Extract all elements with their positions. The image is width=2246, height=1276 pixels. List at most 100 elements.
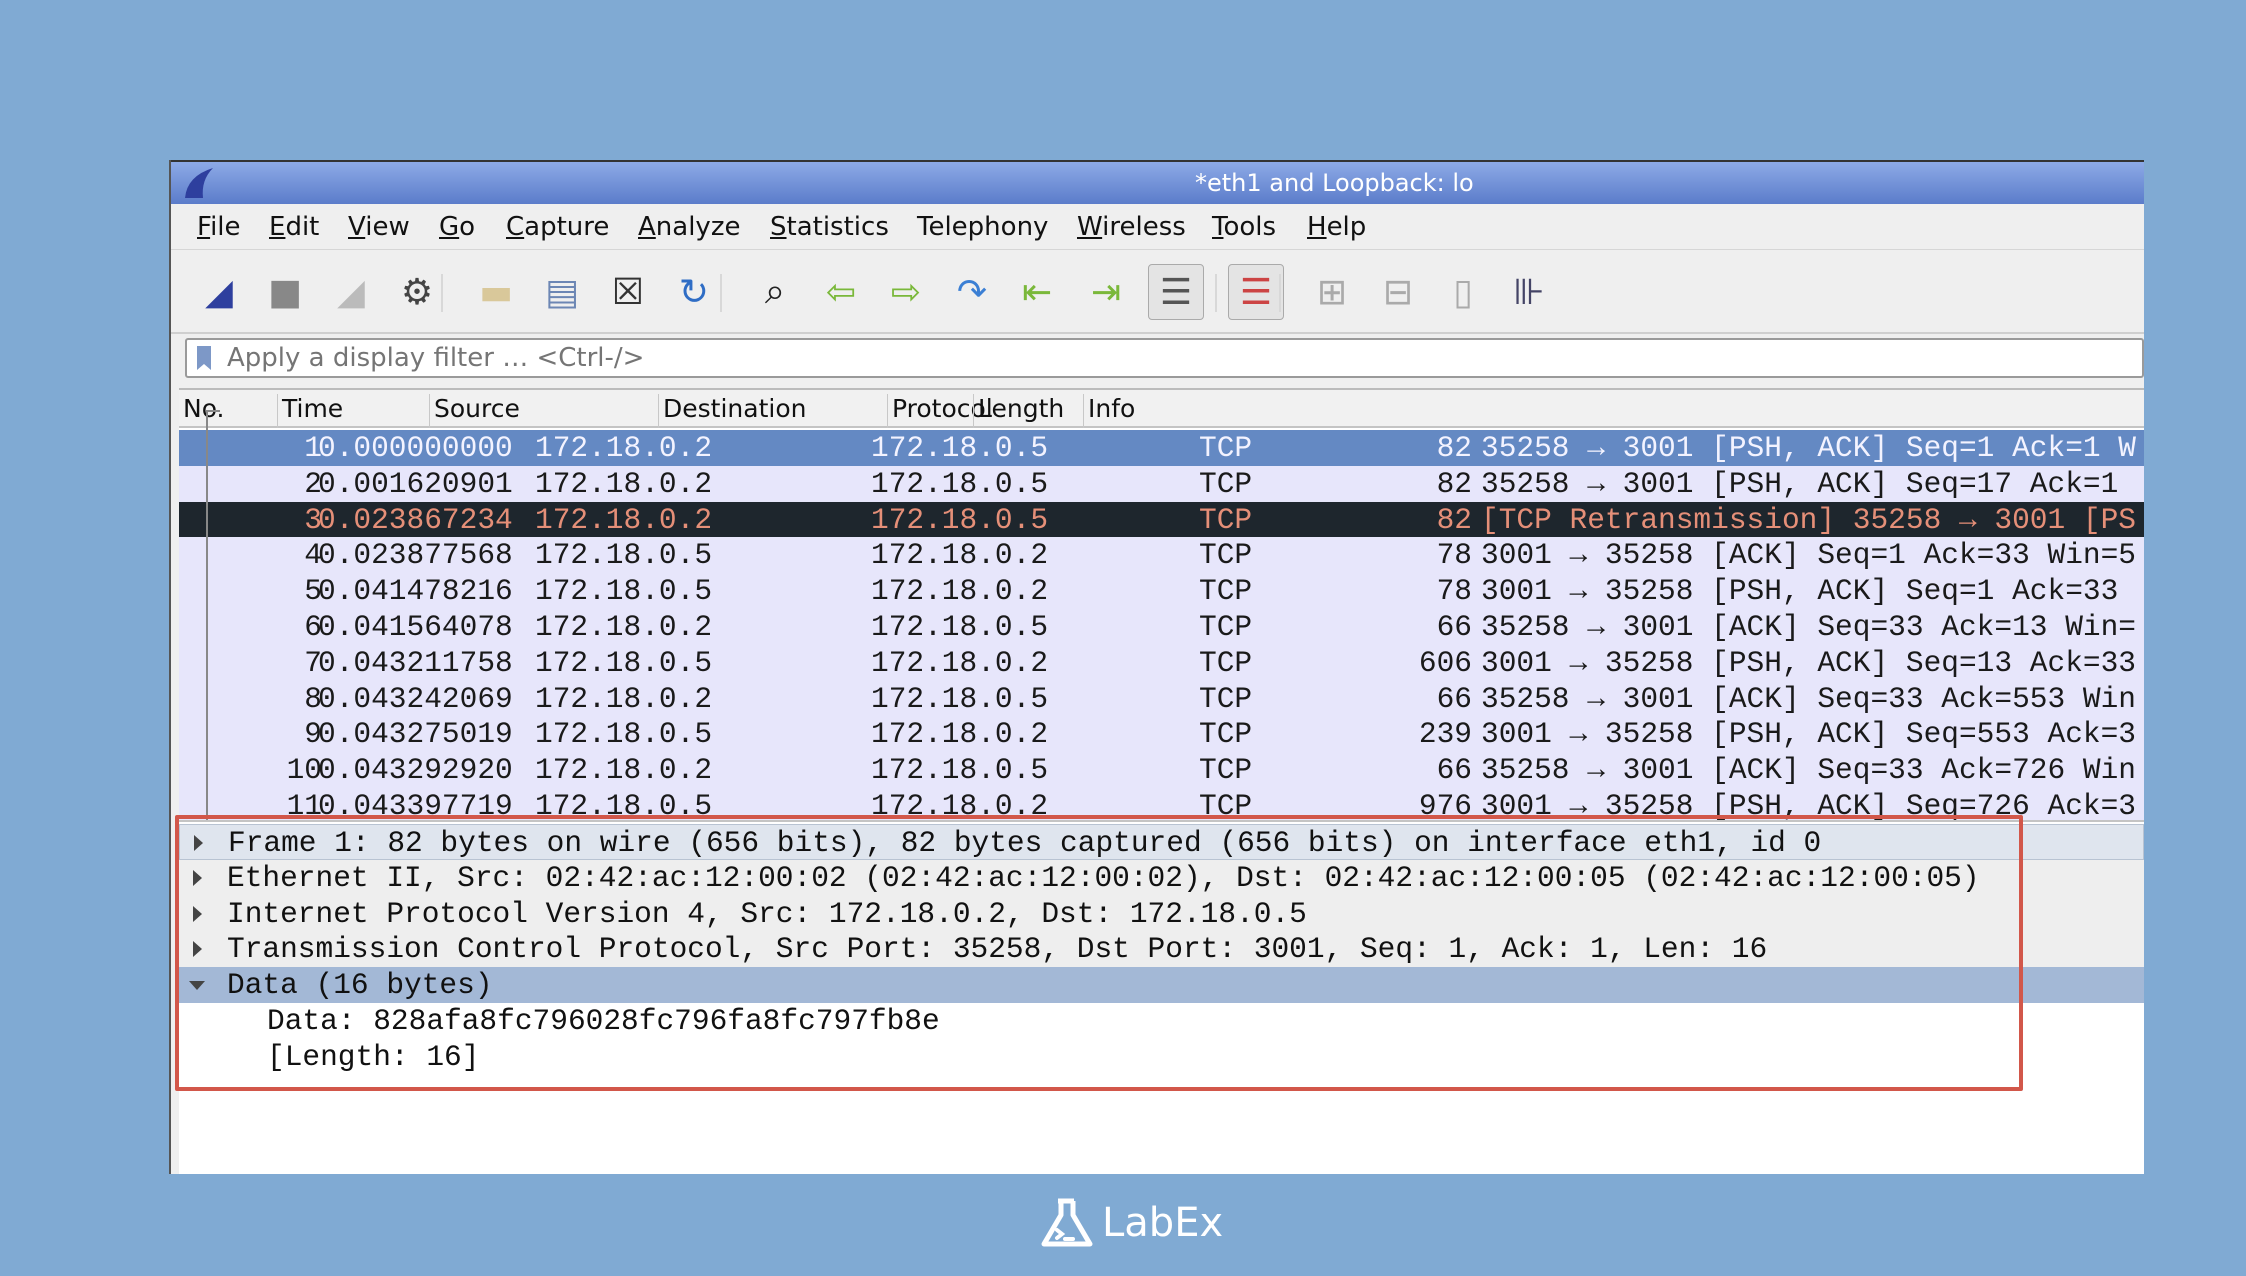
close-file-button[interactable]: ☒ (604, 268, 652, 316)
first-packet-button[interactable]: ⇤ (1013, 268, 1061, 316)
packet-row[interactable]: 60.041564078172.18.0.2172.18.0.5TCP66352… (179, 609, 2144, 645)
packet-row[interactable]: 20.001620901172.18.0.2172.18.0.5TCP82352… (179, 466, 2144, 502)
first-packet-icon: ⇤ (1022, 272, 1052, 313)
find-packet-button[interactable]: ⌕ (751, 268, 799, 316)
normal-size-button[interactable]: ▯ (1439, 268, 1487, 316)
menu-go[interactable]: Go (439, 212, 475, 242)
window-title: *eth1 and Loopback: lo (1195, 169, 1474, 197)
detail-row[interactable]: Transmission Control Protocol, Src Port:… (179, 931, 2144, 967)
go-forward-icon: ⇨ (891, 272, 921, 313)
packet-info: 3001 → 35258 [PSH, ACK] Seq=13 Ack=33 (1481, 646, 2136, 680)
column-header-no[interactable]: No. (179, 394, 277, 428)
menu-analyze[interactable]: Analyze (638, 212, 740, 242)
zoom-out-icon: ⊟ (1383, 272, 1413, 313)
packet-src: 172.18.0.2 (535, 467, 712, 501)
column-header-destination[interactable]: Destination (658, 394, 887, 428)
column-header-time[interactable]: Time (277, 394, 429, 428)
packet-row[interactable]: 110.043397719172.18.0.5172.18.0.2TCP9763… (179, 788, 2144, 824)
menu-label: elp (1327, 212, 1367, 242)
packet-row[interactable]: 70.043211758172.18.0.5172.18.0.2TCP60630… (179, 645, 2144, 681)
collapsed-arrow-icon[interactable] (194, 835, 203, 851)
zoom-in-button[interactable]: ⊞ (1308, 268, 1356, 316)
menu-mnemonic: A (638, 212, 656, 242)
detail-row[interactable]: Internet Protocol Version 4, Src: 172.18… (179, 896, 2144, 932)
resize-columns-button[interactable]: ⊪ (1505, 268, 1553, 316)
title-bar[interactable]: *eth1 and Loopback: lo (171, 160, 2144, 204)
menu-capture[interactable]: Capture (506, 212, 609, 242)
detail-text: Data: 828afa8fc796028fc796fa8fc797fb8e (267, 1004, 940, 1038)
menu-mnemonic: S (770, 212, 787, 242)
go-to-packet-button[interactable]: ↷ (948, 268, 996, 316)
menu-mnemonic: V (348, 212, 365, 242)
close-file-icon: ☒ (612, 272, 644, 313)
start-capture-button[interactable]: ◢ (195, 268, 243, 316)
packet-src: 172.18.0.5 (535, 646, 712, 680)
restart-capture-button[interactable]: ◢ (327, 268, 375, 316)
save-file-button[interactable]: ▤ (538, 268, 586, 316)
packet-info: [TCP Retransmission] 35258 → 3001 [PS (1481, 503, 2136, 537)
collapsed-arrow-icon[interactable] (193, 906, 202, 922)
menu-statistics[interactable]: Statistics (770, 212, 889, 242)
menu-telephony[interactable]: Telephony (917, 212, 1048, 242)
packet-proto: TCP (1199, 646, 1252, 680)
packet-proto: TCP (1199, 682, 1252, 716)
packet-dst: 172.18.0.5 (871, 753, 1048, 787)
packet-src: 172.18.0.2 (535, 753, 712, 787)
packet-len: 976 (1419, 789, 1472, 823)
reload-file-button[interactable]: ↻ (670, 268, 718, 316)
zoom-out-button[interactable]: ⊟ (1374, 268, 1422, 316)
column-header-protocol[interactable]: Protocol (887, 394, 973, 428)
detail-row[interactable]: Frame 1: 82 bytes on wire (656 bits), 82… (179, 824, 2144, 860)
colorize-button[interactable]: ☰ (1228, 264, 1284, 320)
auto-scroll-button[interactable]: ☰ (1148, 264, 1204, 320)
packet-dst: 172.18.0.5 (871, 682, 1048, 716)
packet-dst: 172.18.0.2 (871, 789, 1048, 823)
packet-row[interactable]: 40.023877568172.18.0.5172.18.0.2TCP78300… (179, 537, 2144, 573)
go-back-button[interactable]: ⇦ (817, 268, 865, 316)
menu-file[interactable]: File (197, 212, 241, 242)
packet-time: 0.041478216 (318, 574, 513, 608)
display-filter-input[interactable] (227, 342, 1827, 374)
bookmark-icon[interactable] (197, 346, 211, 370)
detail-row[interactable]: [Length: 16] (179, 1039, 2144, 1075)
detail-row[interactable]: Data: 828afa8fc796028fc796fa8fc797fb8e (179, 1003, 2144, 1039)
collapsed-arrow-icon[interactable] (193, 870, 202, 886)
packet-info: 35258 → 3001 [PSH, ACK] Seq=17 Ack=1 (1481, 467, 2118, 501)
go-forward-button[interactable]: ⇨ (882, 268, 930, 316)
menu-edit[interactable]: Edit (269, 212, 319, 242)
packet-dst: 172.18.0.2 (871, 717, 1048, 751)
column-header-info[interactable]: Info (1083, 394, 2144, 428)
packet-row[interactable]: 80.043242069172.18.0.2172.18.0.5TCP66352… (179, 681, 2144, 717)
menu-mnemonic: T (1212, 212, 1223, 242)
packet-len: 239 (1419, 717, 1472, 751)
packet-row[interactable]: 90.043275019172.18.0.5172.18.0.2TCP23930… (179, 716, 2144, 752)
menu-tools[interactable]: Tools (1212, 212, 1276, 242)
go-to-packet-icon: ↷ (957, 272, 987, 313)
packet-proto: TCP (1199, 717, 1252, 751)
packet-src: 172.18.0.5 (535, 717, 712, 751)
menu-wireless[interactable]: Wireless (1077, 212, 1186, 242)
column-header-source[interactable]: Source (429, 394, 658, 428)
packet-len: 606 (1419, 646, 1472, 680)
collapsed-arrow-icon[interactable] (193, 941, 202, 957)
expanded-arrow-icon[interactable] (189, 981, 205, 990)
menu-view[interactable]: View (348, 212, 410, 242)
column-header-length[interactable]: Length (973, 394, 1083, 428)
packet-row[interactable]: 10.000000000172.18.0.2172.18.0.5TCP82352… (179, 430, 2144, 466)
packet-list-header: No.TimeSourceDestinationProtocolLengthIn… (179, 390, 2144, 428)
last-packet-button[interactable]: ⇥ (1082, 268, 1130, 316)
packet-proto: TCP (1199, 538, 1252, 572)
stop-capture-button[interactable]: ■ (261, 268, 309, 316)
packet-src: 172.18.0.5 (535, 538, 712, 572)
packet-row[interactable]: 50.041478216172.18.0.5172.18.0.2TCP78300… (179, 573, 2144, 609)
capture-options-button[interactable]: ⚙ (393, 268, 441, 316)
menu-help[interactable]: Help (1307, 212, 1366, 242)
packet-dst: 172.18.0.5 (871, 431, 1048, 465)
open-file-button[interactable]: ▬ (472, 268, 520, 316)
detail-row[interactable]: Ethernet II, Src: 02:42:ac:12:00:02 (02:… (179, 860, 2144, 896)
detail-row[interactable]: Data (16 bytes) (179, 967, 2144, 1003)
open-file-icon: ▬ (479, 272, 513, 313)
packet-row[interactable]: 100.043292920172.18.0.2172.18.0.5TCP6635… (179, 752, 2144, 788)
packet-row[interactable]: 30.023867234172.18.0.2172.18.0.5TCP82[TC… (179, 502, 2144, 538)
packet-time: 0.043292920 (318, 753, 513, 787)
